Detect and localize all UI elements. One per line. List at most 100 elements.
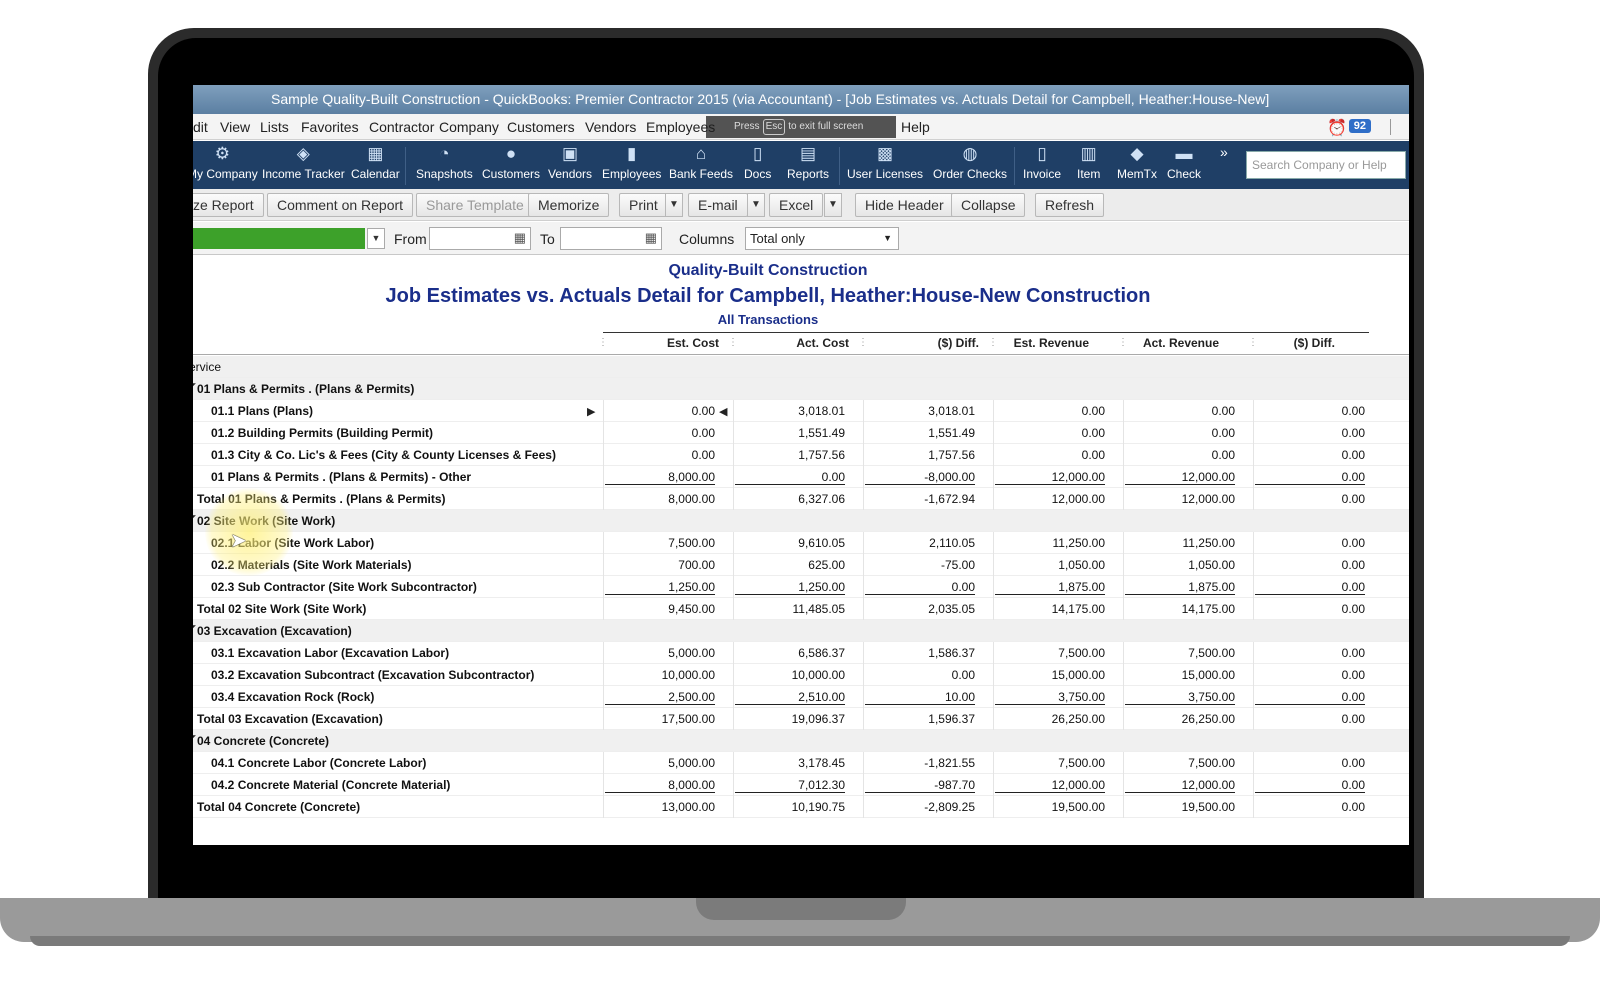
cell-value[interactable]: 14,175.00 (1125, 602, 1235, 616)
cell-value[interactable]: 0.00 (1255, 558, 1365, 572)
menu-customers[interactable]: Customers (507, 119, 575, 135)
table-row[interactable]: 02.2 Materials (Site Work Materials) 700.… (193, 554, 1409, 576)
menu-lists[interactable]: Lists (260, 119, 289, 135)
cell-value[interactable]: 1,586.37 (865, 646, 975, 660)
cell-value[interactable]: 2,510.00 (735, 690, 845, 705)
table-row[interactable]: 02.1 Labor (Site Work Labor) 7,500.00 9,61… (193, 532, 1409, 554)
table-row[interactable]: 04.1 Concrete Labor (Concrete Labor) 5,00… (193, 752, 1409, 774)
reminder-count-badge[interactable]: 92 (1348, 119, 1371, 133)
cell-value[interactable]: 26,250.00 (995, 712, 1105, 726)
cell-value[interactable]: 1,050.00 (1125, 558, 1235, 572)
cell-value[interactable]: 0.00 (995, 404, 1105, 418)
cell-value[interactable]: 2,035.05 (865, 602, 975, 616)
cell-value[interactable]: 0.00 (865, 580, 975, 595)
cell-value[interactable]: 0.00 (1255, 800, 1365, 814)
cell-value[interactable]: 700.00 (605, 558, 715, 572)
cell-value[interactable]: 0.00 (1255, 536, 1365, 550)
cell-value[interactable]: 3,018.01 (865, 404, 975, 418)
iconbar-invoice[interactable]: ▯ Invoice (1023, 144, 1061, 181)
excel-button[interactable]: Excel (769, 193, 824, 217)
print-dropdown-icon[interactable]: ▼ (665, 193, 683, 217)
col-cost-diff[interactable]: ($) Diff. (869, 336, 979, 350)
cell-value[interactable]: 6,327.06 (735, 492, 845, 506)
menu-help[interactable]: Help (901, 119, 930, 135)
iconbar-more-chevron-icon[interactable]: » (1220, 144, 1228, 160)
cell-value[interactable]: 13,000.00 (605, 800, 715, 814)
col-revenue-diff[interactable]: ($) Diff. (1225, 336, 1335, 350)
cell-value[interactable]: 1,875.00 (1125, 580, 1235, 595)
col-est-revenue[interactable]: Est. Revenue (979, 336, 1089, 350)
memorize-button[interactable]: Memorize (528, 193, 610, 217)
column-resize-handle[interactable]: ⋮ (858, 337, 868, 348)
cell-value[interactable]: 12,000.00 (995, 778, 1105, 793)
cell-value[interactable]: -1,672.94 (865, 492, 975, 506)
cell-value[interactable]: 1,551.49 (865, 426, 975, 440)
cell-value[interactable]: 7,500.00 (995, 756, 1105, 770)
cell-value[interactable]: 9,450.00 (605, 602, 715, 616)
cell-value[interactable]: 5,000.00 (605, 756, 715, 770)
cell-value[interactable]: 11,250.00 (1125, 536, 1236, 550)
cell-value[interactable]: 1,757.56 (865, 448, 975, 462)
cell-value[interactable]: 0.00 (1125, 404, 1235, 418)
cell-value[interactable]: 0.00 (865, 668, 975, 682)
cell-value[interactable]: 17,500.00 (605, 712, 715, 726)
from-date-input[interactable]: ▦ (429, 227, 531, 250)
cell-value[interactable]: 0.00 (995, 448, 1105, 462)
column-resize-handle[interactable]: ⋮ (728, 337, 738, 348)
cell-value[interactable]: 10.00 (865, 690, 975, 705)
cell-value[interactable]: 1,551.49 (735, 426, 845, 440)
cell-value[interactable]: 15,000.00 (995, 668, 1105, 682)
to-date-input[interactable]: ▦ (560, 227, 662, 250)
menu-view[interactable]: View (220, 119, 250, 135)
cell-value[interactable]: 0.00 (1255, 690, 1365, 705)
iconbar-calendar[interactable]: ▦ Calendar (351, 144, 400, 181)
cell-value[interactable]: 1,596.37 (865, 712, 975, 726)
collapse-triangle-icon[interactable]: ◤ (193, 513, 196, 524)
cell-value[interactable]: 12,000.00 (1125, 470, 1235, 485)
cell-value[interactable]: 0.00 (1255, 426, 1365, 440)
refresh-button[interactable]: Refresh (1035, 193, 1105, 217)
cell-value[interactable]: 0.00 (605, 426, 715, 440)
cell-value[interactable]: 625.00 (735, 558, 845, 572)
cell-value[interactable]: 7,500.00 (1125, 756, 1235, 770)
cell-value[interactable]: 0.00 (1255, 404, 1365, 418)
table-row[interactable]: 01.3 City & Co. Lic's & Fees (City & Cou… (193, 444, 1409, 466)
cell-value[interactable]: 19,500.00 (1125, 800, 1235, 814)
cell-value[interactable]: 1,250.00 (735, 580, 845, 595)
table-row[interactable]: 03.4 Excavation Rock (Rock) 2,500.00 2,510… (193, 686, 1409, 708)
cell-value[interactable]: 2,110.05 (865, 536, 975, 550)
collapse-triangle-icon[interactable]: ◤ (193, 381, 196, 392)
cell-value[interactable]: 11,250.00 (995, 536, 1106, 550)
iconbar-vendors[interactable]: ▣ Vendors (548, 144, 592, 181)
cell-value[interactable]: 3,750.00 (995, 690, 1105, 705)
table-row[interactable]: 04.2 Concrete Material (Concrete Materia… (193, 774, 1409, 796)
cell-value[interactable]: 0.00 (1255, 712, 1365, 726)
cell-value[interactable]: 0.00 (1255, 646, 1365, 660)
table-row[interactable]: 03.2 Excavation Subcontract (Excavation … (193, 664, 1409, 686)
cell-value[interactable]: 12,000.00 (1125, 778, 1235, 793)
total-row[interactable]: Total 04 Concrete (Concrete) 13,000.00 10,… (193, 796, 1409, 818)
cell-value[interactable]: 0.00 (1255, 756, 1365, 770)
menu-favorites[interactable]: Favorites (301, 119, 359, 135)
iconbar-user-licenses[interactable]: ▩ User Licenses (847, 144, 923, 181)
iconbar-docs[interactable]: ▯ Docs (744, 144, 771, 181)
group-row[interactable]: ◤01 Plans & Permits . (Plans & Permits) (193, 378, 1409, 400)
email-button[interactable]: E-mail (688, 193, 748, 217)
column-resize-handle[interactable]: ⋮ (598, 337, 608, 348)
cell-value[interactable]: 7,500.00 (605, 536, 715, 550)
cell-value[interactable]: -987.70 (865, 778, 975, 793)
menu-contractor[interactable]: Contractor (369, 119, 434, 135)
cell-value[interactable]: -2,809.25 (865, 800, 975, 814)
menu-vendors[interactable]: Vendors (585, 119, 636, 135)
collapse-button[interactable]: Collapse (951, 193, 1026, 217)
cell-value[interactable]: 6,586.37 (735, 646, 845, 660)
cell-value[interactable]: 0.00 (605, 404, 715, 418)
cell-value[interactable]: 8,000.00 (605, 778, 715, 793)
cell-value[interactable]: 0.00 (1255, 668, 1365, 682)
iconbar-item[interactable]: ▥ Item (1077, 144, 1100, 181)
excel-dropdown-icon[interactable]: ▼ (824, 193, 842, 217)
cell-value[interactable]: 0.00 (1125, 426, 1235, 440)
iconbar-bank-feeds[interactable]: ⌂ Bank Feeds (669, 144, 733, 181)
cell-value[interactable]: 12,000.00 (995, 470, 1105, 485)
dates-dropdown[interactable] (193, 228, 365, 249)
